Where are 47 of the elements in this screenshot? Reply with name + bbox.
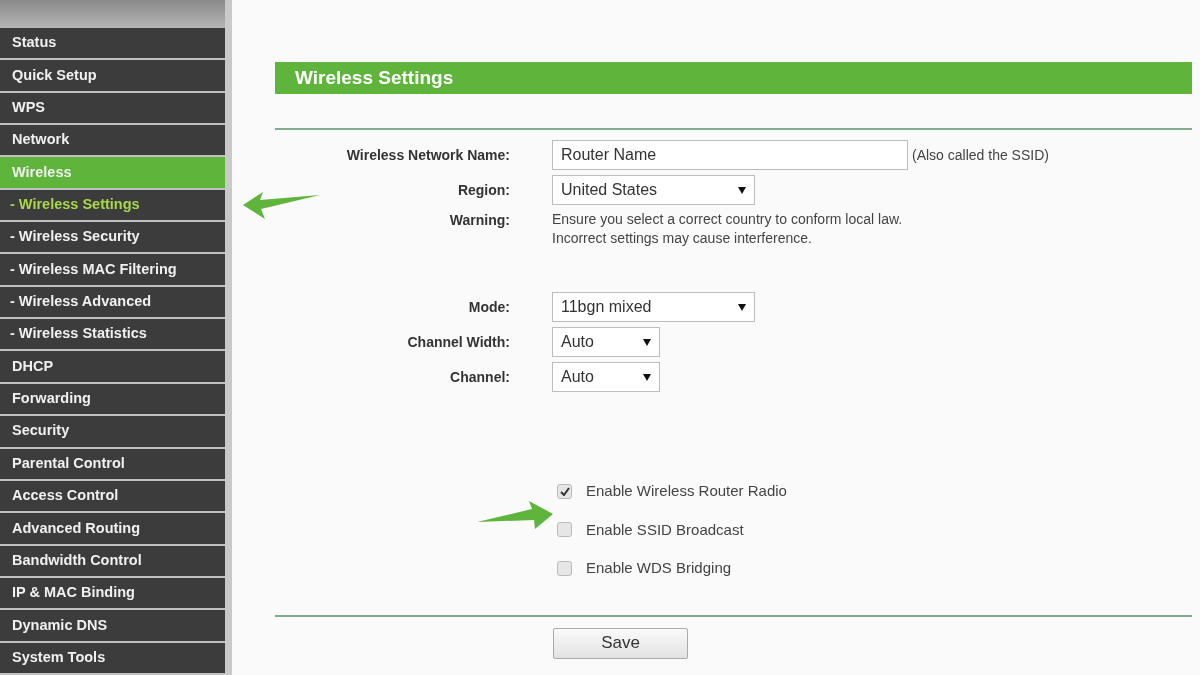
checkbox-label: Enable SSID Broadcast — [586, 519, 744, 540]
sidebar-item[interactable]: Advanced Routing — [0, 513, 225, 544]
field-label: Warning: — [448, 211, 510, 230]
warning-text: Ensure you select a correct country to conform local law. — [552, 210, 903, 229]
sidebar-item[interactable]: Network — [0, 124, 225, 156]
caret-icon — [738, 186, 746, 194]
caret-icon — [738, 303, 746, 311]
sidebar-item[interactable]: Forwarding — [0, 383, 225, 415]
sidebar-item[interactable]: DHCP — [0, 351, 225, 382]
checkbox[interactable] — [557, 522, 572, 538]
field-note: (Also called the SSID) — [912, 145, 1049, 165]
sidebar-item[interactable]: Dynamic DNS — [0, 610, 225, 641]
sidebar-item[interactable]: IP & MAC Binding — [0, 578, 225, 609]
sidebar-item[interactable]: Bandwidth Control — [0, 545, 225, 576]
checkbox-label: Enable WDS Bridging — [586, 558, 732, 578]
sidebar-item[interactable]: Security — [0, 416, 225, 447]
field-label: Mode: — [467, 298, 510, 317]
save-button[interactable]: Save — [553, 627, 688, 659]
sidebar-item[interactable]: - Wireless Statistics — [0, 319, 225, 350]
dropdown[interactable]: 11bgn mixed — [552, 292, 755, 322]
warning-text: Incorrect settings may cause interference. — [552, 229, 813, 248]
caret-icon — [643, 373, 651, 381]
dropdown[interactable]: Auto — [552, 327, 660, 357]
sidebar-item[interactable]: Parental Control — [0, 448, 225, 479]
field-label: Channel: — [449, 368, 510, 387]
arrow-icon — [243, 192, 320, 220]
caret-icon — [643, 338, 651, 346]
sidebar-item[interactable]: - Wireless MAC Filtering — [0, 254, 225, 285]
dropdown[interactable]: Auto — [552, 362, 660, 392]
text-field[interactable]: Router Name — [552, 140, 908, 170]
field-label: Region: — [456, 181, 510, 200]
checkbox-label: Enable Wireless Router Radio — [586, 481, 787, 501]
checkbox[interactable] — [557, 560, 572, 576]
dropdown[interactable]: United States — [552, 175, 755, 205]
sidebar-item[interactable]: System Tools — [0, 642, 225, 674]
sidebar-item[interactable]: - Wireless Security — [0, 222, 225, 253]
sidebar-item[interactable]: WPS — [0, 92, 225, 123]
field-label: Wireless Network Name: — [345, 146, 510, 165]
sidebar-item[interactable]: Status — [0, 27, 225, 59]
sidebar-item[interactable]: - Wireless Settings — [0, 189, 225, 221]
checkbox[interactable] — [557, 483, 572, 499]
arrow-icon — [477, 500, 553, 530]
sidebar-item[interactable]: Quick Setup — [0, 60, 225, 91]
sidebar-item[interactable]: Access Control — [0, 480, 225, 512]
section-header: Wireless Settings — [275, 62, 1192, 94]
sidebar-item[interactable]: - Wireless Advanced — [0, 286, 225, 318]
field-label: Channel Width: — [406, 333, 510, 352]
